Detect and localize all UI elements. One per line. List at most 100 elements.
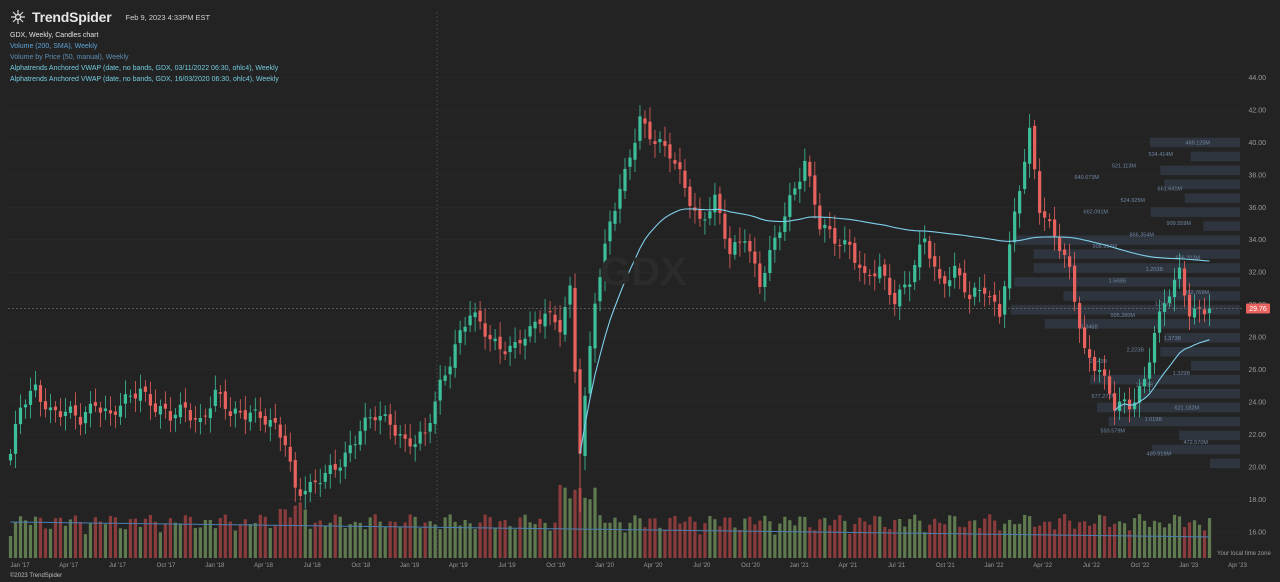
candle-body bbox=[638, 116, 642, 141]
candle-body bbox=[828, 226, 832, 230]
volume-bar bbox=[228, 521, 232, 558]
candle-body bbox=[1157, 311, 1162, 333]
candle-body bbox=[1078, 303, 1082, 329]
volume-bar bbox=[818, 519, 822, 558]
candle-body bbox=[768, 250, 772, 274]
volume-bar bbox=[798, 516, 802, 558]
volume-bar bbox=[1018, 523, 1022, 558]
volume-bar bbox=[293, 505, 297, 558]
candle-body bbox=[1018, 191, 1022, 214]
volume-bar bbox=[638, 518, 642, 558]
volume-bar bbox=[298, 502, 302, 558]
volume-bar bbox=[323, 525, 327, 558]
candle-body bbox=[613, 211, 617, 224]
candle-body bbox=[643, 118, 647, 124]
volume-bar bbox=[628, 522, 632, 558]
candle-body bbox=[438, 379, 442, 401]
candle-body bbox=[1053, 219, 1057, 237]
volume-bar bbox=[983, 518, 987, 558]
volume-bar bbox=[433, 524, 437, 558]
candle-body bbox=[658, 139, 662, 143]
volume-bar bbox=[693, 521, 697, 558]
candle-body bbox=[1177, 267, 1182, 280]
volume-bar bbox=[503, 520, 507, 558]
candle-body bbox=[738, 241, 742, 243]
candle-body bbox=[498, 336, 502, 350]
volume-bar bbox=[943, 524, 947, 558]
candle-body bbox=[83, 411, 88, 424]
volume-bar bbox=[573, 489, 577, 558]
volume-bar bbox=[73, 515, 78, 558]
candle-body bbox=[678, 162, 682, 170]
candle-body bbox=[898, 289, 902, 307]
volume-bar bbox=[618, 522, 622, 558]
candle-body bbox=[788, 195, 792, 217]
candle-body bbox=[1192, 308, 1197, 318]
x-tick-label: Oct '18 bbox=[351, 563, 370, 569]
vbp-volume-label: 662.091M bbox=[1084, 209, 1109, 215]
candle-body bbox=[203, 415, 207, 417]
vbp-volume-label: 661.641M bbox=[1158, 186, 1183, 192]
volume-bar bbox=[218, 518, 222, 558]
volume-bar bbox=[648, 518, 652, 558]
volume-by-price-bar bbox=[1108, 416, 1240, 427]
candle-body bbox=[1102, 369, 1107, 376]
vbp-volume-label: 1.203B bbox=[1146, 267, 1164, 273]
volume-bar bbox=[978, 527, 982, 558]
candle-body bbox=[513, 342, 517, 348]
candle-body bbox=[848, 241, 852, 245]
candle-body bbox=[418, 431, 422, 444]
x-tick-label: Jan '17 bbox=[10, 563, 30, 569]
candle-body bbox=[323, 472, 327, 482]
candle-body bbox=[963, 272, 967, 293]
volume-bar bbox=[188, 516, 192, 558]
candle-body bbox=[883, 264, 887, 276]
candle-body bbox=[703, 219, 707, 221]
candle-body bbox=[173, 414, 177, 419]
legend-volume-by-price[interactable]: Volume by Price (50, manual), Weekly bbox=[10, 52, 279, 63]
volume-bar bbox=[963, 527, 967, 558]
volume-bar bbox=[508, 526, 512, 558]
timezone-label[interactable]: Your local time zone bbox=[1217, 551, 1271, 557]
candle-body bbox=[453, 344, 457, 368]
x-tick-label: Apr '18 bbox=[254, 563, 273, 569]
volume-bar bbox=[163, 523, 167, 558]
candle-body bbox=[488, 334, 492, 340]
volume-bar bbox=[458, 525, 462, 558]
candle-body bbox=[1097, 370, 1102, 372]
volume-bar bbox=[183, 515, 187, 558]
candle-body bbox=[618, 188, 622, 209]
x-tick-label: Jan '19 bbox=[400, 563, 420, 569]
candle-body bbox=[383, 414, 387, 416]
volume-bar bbox=[493, 528, 497, 558]
brand-name: TrendSpider bbox=[32, 9, 112, 25]
volume-bar bbox=[143, 518, 147, 558]
legend-avwap-2022[interactable]: Alphatrends Anchored VWAP (date, no band… bbox=[10, 63, 279, 74]
volume-bar bbox=[423, 522, 427, 558]
volume-bar bbox=[533, 524, 537, 558]
legend-volume-sma[interactable]: Volume (200, SMA), Weekly bbox=[10, 41, 279, 52]
volume-bar bbox=[1028, 516, 1032, 558]
vbp-volume-label: 1.373B bbox=[1164, 336, 1182, 342]
volume-bar bbox=[448, 514, 452, 558]
volume-bar bbox=[758, 520, 762, 558]
volume-bar bbox=[303, 509, 307, 558]
candle-body bbox=[248, 412, 252, 422]
candle-body bbox=[43, 401, 48, 410]
x-tick-label: Apr '19 bbox=[449, 563, 468, 569]
volume-bar bbox=[953, 516, 957, 558]
x-tick-label: Apr '22 bbox=[1033, 563, 1052, 569]
candle-body bbox=[338, 467, 342, 471]
candle-body bbox=[378, 416, 382, 421]
candle-body bbox=[683, 170, 687, 189]
candle-body bbox=[333, 464, 337, 470]
last-price-value: 29.76 bbox=[1249, 306, 1267, 313]
x-tick-label: Jan '18 bbox=[205, 563, 225, 569]
legend-avwap-2020[interactable]: Alphatrends Anchored VWAP (date, no band… bbox=[10, 74, 279, 85]
y-tick-label: 24.00 bbox=[1248, 399, 1266, 406]
candle-body bbox=[578, 369, 582, 454]
volume-bar bbox=[13, 522, 18, 558]
volume-bar bbox=[118, 528, 123, 558]
volume-bar bbox=[723, 517, 727, 558]
volume-bar bbox=[643, 527, 647, 558]
